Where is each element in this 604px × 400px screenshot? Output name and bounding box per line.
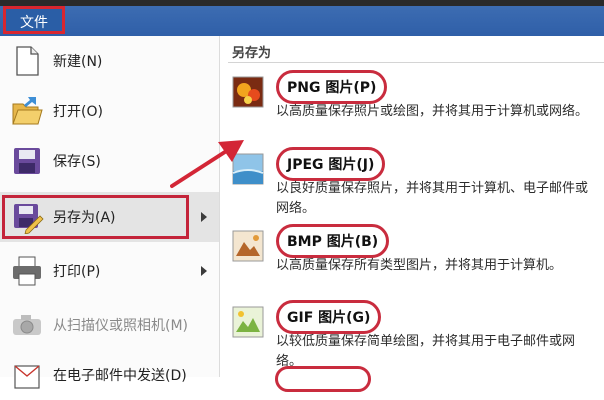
menu-item-print[interactable]: 打印(P) (0, 246, 219, 296)
highlight-box (2, 195, 189, 239)
format-name: PNG 图片(P) (276, 70, 388, 104)
save-as-title: 另存为 (232, 46, 272, 61)
format-option-png[interactable]: PNG 图片(P) 以高质量保存照片或绘图，并将其用于计算机或网络。 (220, 66, 604, 141)
new-document-icon (16, 46, 39, 76)
menu-item-label: 从扫描仪或照相机(M) (53, 318, 189, 334)
submenu-arrow-icon (201, 212, 207, 222)
annotation-arrow-icon (170, 140, 244, 188)
menu-item-email[interactable]: 在电子邮件中发送(D) (0, 350, 219, 400)
printer-icon (13, 256, 41, 286)
save-floppy-icon (14, 148, 40, 174)
menu-item-open[interactable]: 打开(O) (0, 86, 219, 136)
submenu-arrow-icon (201, 266, 207, 276)
gif-image-icon (232, 306, 264, 338)
format-name: JPEG 图片(J) (276, 147, 386, 181)
format-option-bmp[interactable]: BMP 图片(B) 以高质量保存所有类型图片，并将其用于计算机。 (220, 220, 604, 295)
format-description: 以良好质量保存照片，并将其用于计算机、电子邮件或网络。 (276, 181, 589, 216)
open-folder-icon (12, 97, 43, 125)
window-top-edge (0, 0, 604, 6)
menu-item-label: 打印(P) (53, 264, 101, 280)
menu-item-new[interactable]: 新建(N) (0, 36, 219, 86)
format-option-jpeg[interactable]: JPEG 图片(J) 以良好质量保存照片，并将其用于计算机、电子邮件或网络。 (220, 143, 604, 218)
section-divider (228, 62, 604, 63)
email-icon (14, 365, 40, 389)
menu-item-label: 保存(S) (53, 154, 101, 170)
format-description: 以高质量保存所有类型图片，并将其用于计算机。 (276, 258, 563, 273)
menu-item-label: 打开(O) (53, 104, 103, 120)
format-description: 以高质量保存照片或绘图，并将其用于计算机或网络。 (276, 104, 589, 119)
png-image-icon (232, 76, 264, 108)
menu-item-scanner-camera[interactable]: 从扫描仪或照相机(M) (0, 300, 219, 350)
file-tab[interactable]: 文件 (3, 6, 65, 34)
menu-item-label: 在电子邮件中发送(D) (53, 368, 187, 384)
highlight-oval-partial (275, 366, 371, 392)
format-option-gif[interactable]: GIF 图片(G) 以较低质量保存简单绘图，并将其用于电子邮件或网络。 (220, 296, 604, 371)
format-name: GIF 图片(G) (276, 300, 382, 334)
menu-item-label: 新建(N) (53, 54, 103, 70)
scanner-camera-icon (13, 315, 41, 335)
bmp-image-icon (232, 230, 264, 262)
format-name: BMP 图片(B) (276, 224, 390, 258)
